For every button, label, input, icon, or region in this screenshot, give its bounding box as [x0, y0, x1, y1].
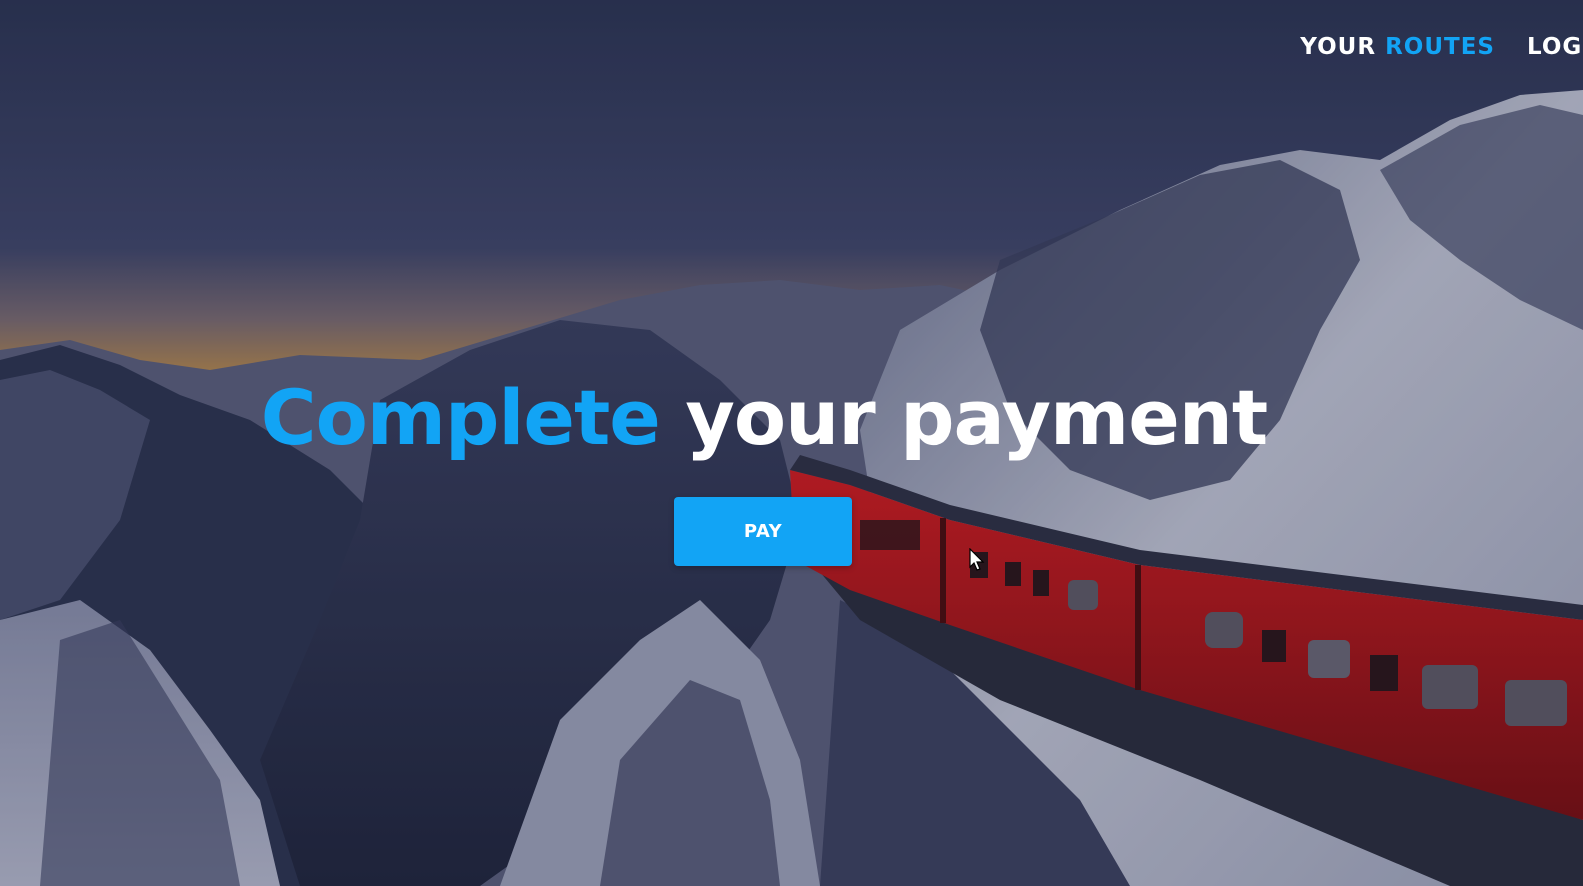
pay-button[interactable]: PAY [674, 497, 852, 566]
page-title: Complete your payment [0, 372, 1528, 464]
nav-your-routes-link[interactable]: YOUR ROUTES [1300, 34, 1495, 60]
mouse-pointer-icon [969, 547, 985, 576]
nav-login-link[interactable]: LOG [1527, 34, 1583, 60]
page-title-rest: your payment [685, 373, 1268, 462]
nav-your-routes-word1: YOUR [1300, 34, 1377, 60]
page-title-accent: Complete [260, 373, 661, 462]
top-navigation: YOUR ROUTES LOG [1300, 30, 1583, 64]
nav-your-routes-word2: ROUTES [1385, 34, 1495, 60]
